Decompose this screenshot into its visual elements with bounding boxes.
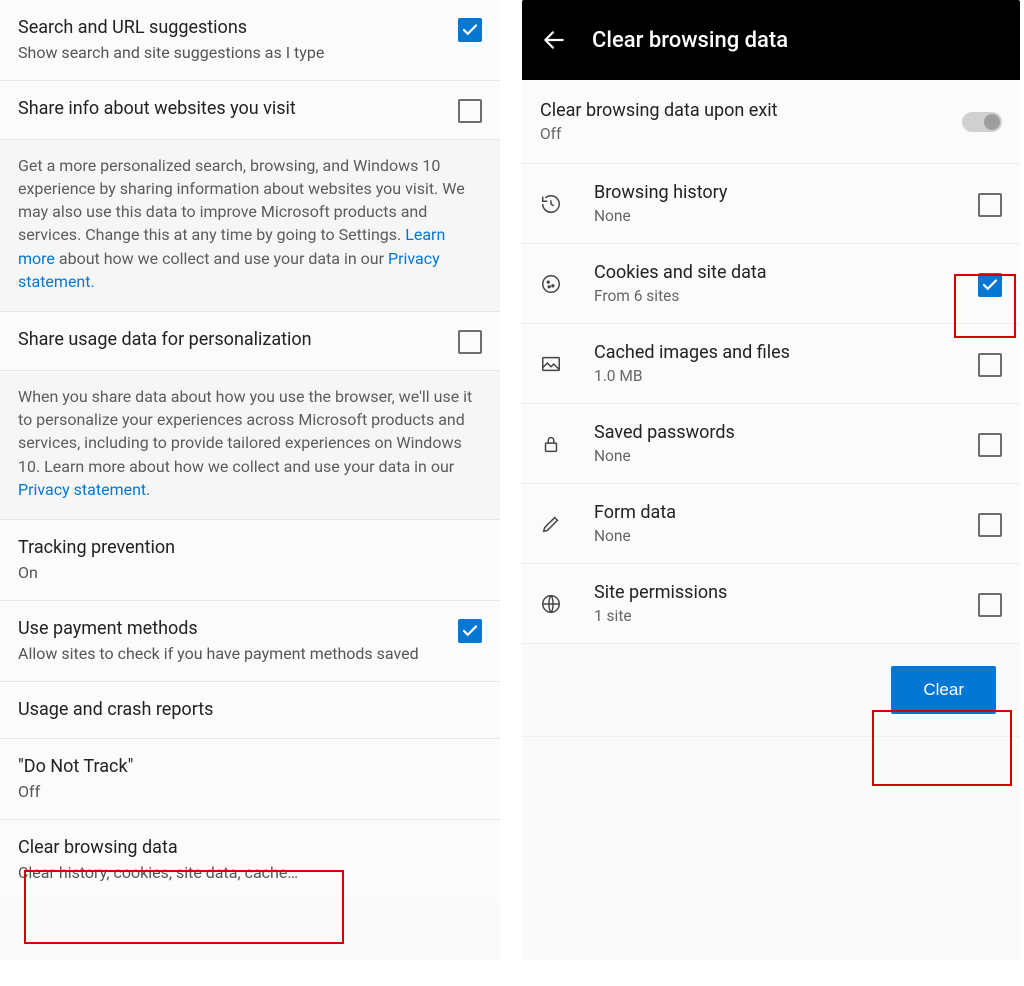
row-share-usage[interactable]: Share usage data for personalization	[0, 312, 500, 371]
payment-checkbox[interactable]	[458, 619, 482, 643]
tracking-sub: On	[18, 562, 472, 584]
search-suggestions-sub: Show search and site suggestions as I ty…	[18, 42, 448, 64]
header-bar: Clear browsing data	[522, 0, 1020, 80]
share-info-description: Get a more personalized search, browsing…	[0, 140, 500, 312]
header-title: Clear browsing data	[592, 28, 788, 53]
pencil-sub: None	[594, 527, 978, 545]
clear-sub: Clear history, cookies, site data, cache…	[18, 862, 472, 884]
crash-title: Usage and crash reports	[18, 698, 472, 722]
pencil-icon	[540, 513, 594, 535]
clear-title: Clear browsing data	[18, 836, 472, 860]
cookie-sub: From 6 sites	[594, 287, 978, 305]
row-history[interactable]: Browsing history None	[522, 164, 1020, 244]
share-usage-title: Share usage data for personalization	[18, 328, 448, 352]
cookie-icon	[540, 273, 594, 295]
image-checkbox[interactable]	[978, 353, 1002, 377]
back-arrow-icon[interactable]	[540, 26, 568, 54]
search-suggestions-title: Search and URL suggestions	[18, 16, 448, 40]
history-title: Browsing history	[594, 182, 978, 203]
image-icon	[540, 353, 594, 375]
row-do-not-track[interactable]: "Do Not Track" Off	[0, 739, 500, 820]
cookie-checkbox[interactable]	[978, 273, 1002, 297]
share-info-desc-text: Get a more personalized search, browsing…	[18, 156, 465, 245]
row-image[interactable]: Cached images and files 1.0 MB	[522, 324, 1020, 404]
clear-browsing-data-screen: Clear browsing data Clear browsing data …	[522, 0, 1020, 960]
payment-sub: Allow sites to check if you have payment…	[18, 643, 448, 665]
share-usage-checkbox[interactable]	[458, 330, 482, 354]
tracking-title: Tracking prevention	[18, 536, 472, 560]
share-usage-desc-text: When you share data about how you use th…	[18, 387, 472, 476]
row-lock[interactable]: Saved passwords None	[522, 404, 1020, 484]
globe-sub: 1 site	[594, 607, 978, 625]
clear-on-exit-sub: Off	[540, 125, 962, 143]
row-share-info[interactable]: Share info about websites you visit	[0, 81, 500, 140]
search-suggestions-checkbox[interactable]	[458, 18, 482, 42]
globe-title: Site permissions	[594, 582, 978, 603]
clear-button-wrap: Clear	[522, 644, 1020, 737]
clear-on-exit-toggle[interactable]	[962, 112, 1002, 132]
pencil-checkbox[interactable]	[978, 513, 1002, 537]
image-sub: 1.0 MB	[594, 367, 978, 385]
clear-button[interactable]: Clear	[891, 666, 996, 714]
row-clear-on-exit[interactable]: Clear browsing data upon exit Off	[522, 80, 1020, 164]
row-clear-browsing-data[interactable]: Clear browsing data Clear history, cooki…	[0, 820, 500, 900]
row-search-suggestions[interactable]: Search and URL suggestions Show search a…	[0, 0, 500, 81]
history-icon	[540, 193, 594, 215]
privacy-statement-link-2[interactable]: Privacy statement.	[18, 480, 150, 499]
row-crash-reports[interactable]: Usage and crash reports	[0, 682, 500, 739]
globe-icon	[540, 593, 594, 615]
row-payment-methods[interactable]: Use payment methods Allow sites to check…	[0, 601, 500, 682]
clear-on-exit-title: Clear browsing data upon exit	[540, 100, 962, 121]
lock-title: Saved passwords	[594, 422, 978, 443]
dnt-title: "Do Not Track"	[18, 755, 472, 779]
share-info-title: Share info about websites you visit	[18, 97, 448, 121]
settings-screen-left: Search and URL suggestions Show search a…	[0, 0, 500, 960]
history-checkbox[interactable]	[978, 193, 1002, 217]
lock-icon	[540, 433, 594, 455]
pencil-title: Form data	[594, 502, 978, 523]
cookie-title: Cookies and site data	[594, 262, 978, 283]
dnt-sub: Off	[18, 781, 472, 803]
row-globe[interactable]: Site permissions 1 site	[522, 564, 1020, 644]
row-pencil[interactable]: Form data None	[522, 484, 1020, 564]
lock-checkbox[interactable]	[978, 433, 1002, 457]
payment-title: Use payment methods	[18, 617, 448, 641]
row-tracking-prevention[interactable]: Tracking prevention On	[0, 520, 500, 601]
share-info-checkbox[interactable]	[458, 99, 482, 123]
share-usage-description: When you share data about how you use th…	[0, 371, 500, 520]
share-info-desc-mid: about how we collect and use your data i…	[55, 249, 388, 268]
row-cookie[interactable]: Cookies and site data From 6 sites	[522, 244, 1020, 324]
globe-checkbox[interactable]	[978, 593, 1002, 617]
image-title: Cached images and files	[594, 342, 978, 363]
lock-sub: None	[594, 447, 978, 465]
history-sub: None	[594, 207, 978, 225]
